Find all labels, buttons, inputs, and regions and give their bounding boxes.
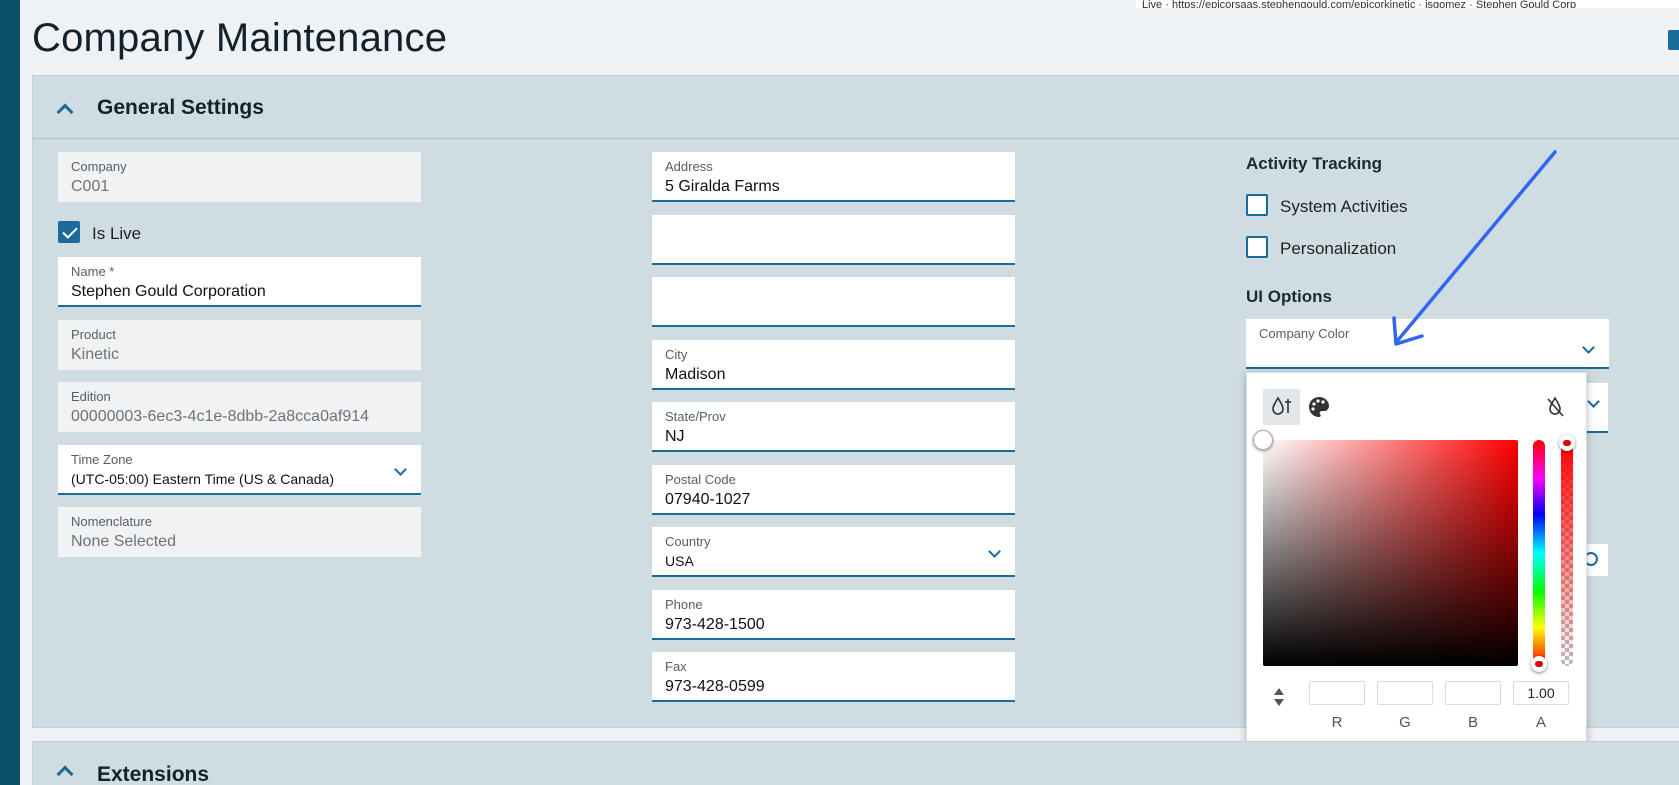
red-label: R [1331,714,1343,731]
country-value: USA [665,553,694,569]
state-value: NJ [665,428,685,445]
alpha-slider-handle[interactable] [1559,435,1575,451]
general-settings-title: General Settings [97,96,264,119]
fax-value: 973-428-0599 [665,678,765,695]
address-label: Address [665,159,713,174]
company-field: Company C001 [58,152,421,202]
hue-slider-handle[interactable] [1531,656,1547,672]
extensions-panel[interactable]: Extensions [32,741,1679,785]
postal-code-label: Postal Code [665,472,736,487]
time-zone-dropdown[interactable]: Time Zone (UTC-05:00) Eastern Time (US &… [58,445,421,495]
alpha-input[interactable]: 1.00 [1513,681,1569,705]
chevron-down-icon[interactable] [1587,395,1600,408]
phone-field[interactable]: Phone 973-428-1500 [652,590,1015,640]
fax-field[interactable]: Fax 973-428-0599 [652,652,1015,702]
saturation-value-area[interactable] [1263,440,1518,666]
fax-label: Fax [665,659,687,674]
activity-tracking-heading: Activity Tracking [1246,154,1383,173]
palette-mode-button[interactable] [1301,389,1338,425]
state-label: State/Prov [665,409,726,424]
name-value: Stephen Gould Corporation [71,283,266,300]
color-mode-button[interactable] [1263,389,1300,425]
is-live-label: Is Live [92,224,142,243]
postal-code-value: 07940-1027 [665,491,751,508]
product-value: Kinetic [71,346,120,363]
phone-label: Phone [665,597,703,612]
color-drop-icon [1272,396,1291,415]
company-label: Company [71,159,127,174]
chevron-down-icon[interactable] [1582,341,1595,354]
general-settings-header[interactable]: General Settings [33,76,1679,139]
company-value: C001 [71,178,110,195]
postal-code-field[interactable]: Postal Code 07940-1027 [652,465,1015,515]
nomenclature-label: Nomenclature [71,514,152,529]
format-toggle-icon[interactable] [1273,688,1285,710]
is-live-checkbox[interactable] [58,221,80,243]
collapse-chevron-icon[interactable] [56,103,74,121]
no-color-icon [1547,396,1564,417]
phone-value: 973-428-1500 [665,616,765,633]
red-input[interactable] [1309,681,1365,705]
left-nav-rail [0,0,20,785]
browser-url-strip: Live · https://epicorsaas.stephengould.c… [1136,0,1679,8]
edition-value: 00000003-6ec3-4c1e-8dbb-2a8cca0af914 [71,408,370,425]
personalization-checkbox[interactable] [1246,236,1268,258]
green-input[interactable] [1377,681,1433,705]
color-picker-popup: 1.00 R G B A [1246,372,1587,751]
extensions-title: Extensions [97,763,210,785]
personalization-label: Personalization [1280,239,1397,258]
system-activities-checkbox[interactable] [1246,194,1268,216]
address-value: 5 Giralda Farms [665,178,780,195]
nomenclature-field: Nomenclature None Selected [58,507,421,557]
product-label: Product [71,327,116,342]
address-line2-field[interactable] [652,215,1015,265]
name-label: Name * [71,264,115,279]
collapse-chevron-icon[interactable] [56,765,74,783]
time-zone-label: Time Zone [71,452,133,467]
city-label: City [665,347,688,362]
annotation-arrow-icon [1392,150,1557,346]
time-zone-value: (UTC-05:00) Eastern Time (US & Canada) [71,471,334,487]
palette-icon [1309,397,1330,417]
alpha-label: A [1535,714,1546,731]
page-title: Company Maintenance [32,16,448,60]
city-field[interactable]: City Madison [652,340,1015,390]
blue-input[interactable] [1445,681,1501,705]
country-label: Country [665,534,711,549]
city-value: Madison [665,366,726,383]
edition-field: Edition 00000003-6ec3-4c1e-8dbb-2a8cca0a… [58,382,421,432]
country-dropdown[interactable]: Country USA [652,527,1015,577]
state-field[interactable]: State/Prov NJ [652,402,1015,452]
name-field[interactable]: Name * Stephen Gould Corporation [58,257,421,307]
save-icon[interactable] [1668,30,1679,50]
alpha-slider[interactable] [1561,440,1573,666]
product-field: Product Kinetic [58,320,421,370]
green-label: G [1399,714,1411,731]
blue-label: B [1467,714,1478,731]
hue-slider[interactable] [1533,440,1545,666]
address-line3-field[interactable] [652,277,1015,327]
edition-label: Edition [71,389,111,404]
address-field[interactable]: Address 5 Giralda Farms [652,152,1015,202]
ui-options-heading: UI Options [1246,287,1332,306]
nomenclature-value: None Selected [71,533,176,550]
saturation-handle[interactable] [1253,430,1273,450]
clear-color-button[interactable] [1537,389,1574,425]
